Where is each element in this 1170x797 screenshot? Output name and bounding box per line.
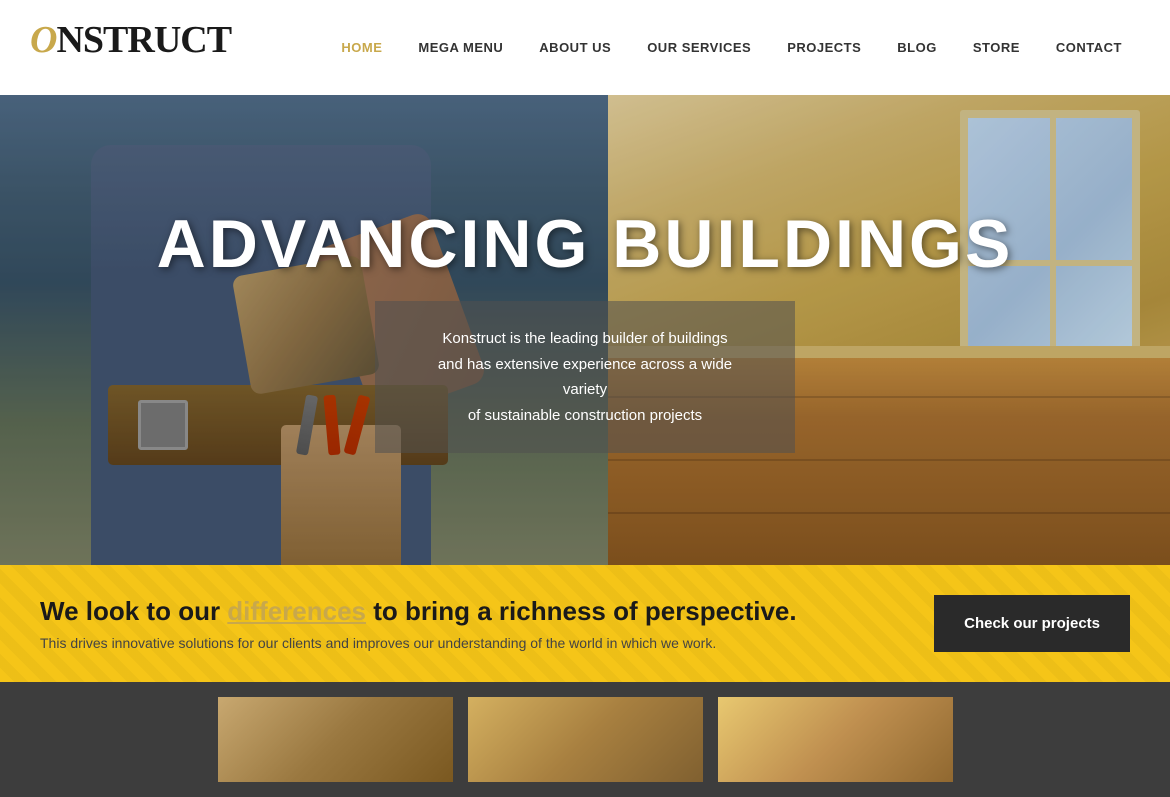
hero-desc-line1: Konstruct is the leading builder of buil…: [442, 330, 727, 347]
nav-item-blog[interactable]: BLOG: [879, 40, 955, 55]
banner-headline-link[interactable]: differences: [227, 596, 366, 626]
nav-item-about[interactable]: ABOUT US: [521, 40, 629, 55]
nav-item-store[interactable]: STORE: [955, 40, 1038, 55]
nav-item-services[interactable]: OUR SERVICES: [629, 40, 769, 55]
logo[interactable]: ONSTRUCT: [30, 18, 140, 78]
banner-headline-prefix: We look to our: [40, 596, 227, 626]
bottom-card-1: [218, 697, 453, 782]
bottom-card-2: [468, 697, 703, 782]
card-image-2: [468, 697, 703, 782]
banner-headline-suffix: to bring a richness of perspective.: [366, 596, 797, 626]
hero-desc-line2: and has extensive experience across a wi…: [438, 356, 732, 399]
hero-title: ADVANCING BUILDINGS: [157, 207, 1014, 282]
card-image-1: [218, 697, 453, 782]
yellow-banner: We look to our differences to bring a ri…: [0, 565, 1170, 682]
banner-headline: We look to our differences to bring a ri…: [40, 596, 914, 627]
hero-content: ADVANCING BUILDINGS Konstruct is the lea…: [157, 207, 1014, 454]
main-nav: HOME MEGA MENU ABOUT US OUR SERVICES PRO…: [323, 40, 1140, 55]
header: ONSTRUCT HOME MEGA MENU ABOUT US OUR SER…: [0, 0, 1170, 95]
hero-description: Konstruct is the leading builder of buil…: [415, 326, 755, 428]
banner-text: We look to our differences to bring a ri…: [40, 596, 914, 651]
nav-item-contact[interactable]: CONTACT: [1038, 40, 1140, 55]
nav-item-projects[interactable]: PROJECTS: [769, 40, 879, 55]
nav-item-mega-menu[interactable]: MEGA MENU: [400, 40, 521, 55]
nav-item-home[interactable]: HOME: [323, 40, 400, 55]
hero-description-box: Konstruct is the leading builder of buil…: [375, 301, 795, 453]
card-image-3: [718, 697, 953, 782]
bottom-card-3: [718, 697, 953, 782]
logo-text: ONSTRUCT: [30, 19, 231, 61]
logo-wordmark: NSTRUCT: [56, 19, 231, 61]
hero-desc-line3: of sustainable construction projects: [468, 407, 702, 424]
check-projects-button[interactable]: Check our projects: [934, 595, 1130, 652]
banner-subtext: This drives innovative solutions for our…: [40, 635, 914, 651]
hero-section: ADVANCING BUILDINGS Konstruct is the lea…: [0, 95, 1170, 565]
logo-icon: O: [30, 19, 56, 61]
